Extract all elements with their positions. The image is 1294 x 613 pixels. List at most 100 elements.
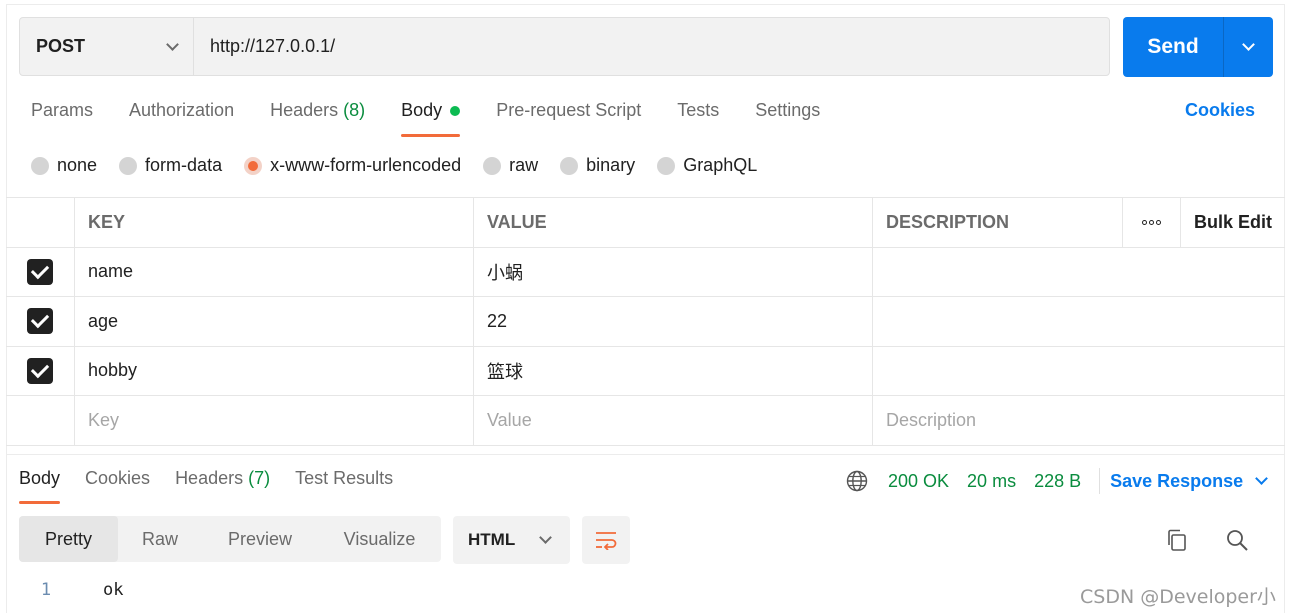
format-select[interactable]: HTML xyxy=(453,516,570,564)
key-column-header: KEY xyxy=(75,198,474,247)
status-code[interactable]: 200 OK xyxy=(888,471,949,492)
code-line: ok xyxy=(103,580,124,600)
radio-label: binary xyxy=(586,155,636,175)
view-mode-preview[interactable]: Preview xyxy=(202,516,318,562)
description-cell[interactable] xyxy=(873,297,1285,346)
description-cell[interactable] xyxy=(873,248,1285,297)
radio-icon xyxy=(31,156,49,175)
line-number: 1 xyxy=(40,580,52,600)
description-input[interactable]: Description xyxy=(873,396,1285,445)
value-column-header: VALUE xyxy=(474,198,873,247)
url-input[interactable]: http://127.0.0.1/ xyxy=(194,18,1109,75)
row-checkbox-cell xyxy=(6,247,75,296)
value-cell[interactable]: 小蜗 xyxy=(474,247,873,296)
send-options-button[interactable] xyxy=(1224,17,1273,77)
response-tab-cookies[interactable]: Cookies xyxy=(85,468,150,504)
tab-body-label: Body xyxy=(401,100,443,120)
response-meta: 200 OK 20 ms 228 B Save Response xyxy=(846,468,1269,494)
tab-tests[interactable]: Tests xyxy=(677,100,719,136)
watermark: CSDN @Developer小蜗 xyxy=(1080,586,1276,608)
radio-x-www-form-urlencoded[interactable]: x-www-form-urlencoded xyxy=(244,155,461,176)
more-icon xyxy=(1142,219,1161,225)
radio-icon xyxy=(657,156,676,175)
save-response-button[interactable]: Save Response xyxy=(1110,470,1269,492)
cookies-link[interactable]: Cookies xyxy=(1185,100,1255,121)
radio-none[interactable]: none xyxy=(31,155,97,176)
row-checkbox[interactable] xyxy=(27,258,53,285)
table-header-row: KEY VALUE DESCRIPTION Bulk Edit xyxy=(6,198,1285,248)
view-mode-pretty[interactable]: Pretty xyxy=(19,516,118,562)
tab-body[interactable]: Body xyxy=(401,100,461,137)
tab-headers-label: Headers xyxy=(270,100,339,120)
radio-label: raw xyxy=(509,155,539,175)
tab-headers[interactable]: Headers (8) xyxy=(270,100,365,136)
table-row: age 22 xyxy=(6,297,1285,347)
response-divider xyxy=(6,454,1285,455)
row-checkbox-cell xyxy=(6,346,75,395)
send-button[interactable]: Send xyxy=(1123,17,1224,77)
chevron-down-icon xyxy=(166,37,179,51)
view-mode-raw[interactable]: Raw xyxy=(118,516,202,562)
row-checkbox[interactable] xyxy=(27,308,53,335)
radio-graphql[interactable]: GraphQL xyxy=(657,155,757,176)
row-checkbox[interactable] xyxy=(27,357,53,384)
wrap-lines-button[interactable] xyxy=(582,516,630,564)
response-body: 1 ok xyxy=(19,580,124,600)
headers-count: (8) xyxy=(343,100,366,120)
request-tabs: Params Authorization Headers (8) Body Pr… xyxy=(31,100,856,140)
url-value: http://127.0.0.1/ xyxy=(210,36,336,56)
radio-raw[interactable]: raw xyxy=(483,155,538,176)
send-button-group: Send xyxy=(1123,17,1273,77)
key-cell[interactable]: hobby xyxy=(75,346,474,395)
key-cell[interactable]: age xyxy=(75,297,474,346)
response-size[interactable]: 228 B xyxy=(1034,471,1081,492)
radio-form-data[interactable]: form-data xyxy=(119,155,222,176)
value-cell[interactable]: 22 xyxy=(474,297,873,346)
value-input[interactable]: Value xyxy=(474,396,873,445)
body-indicator-dot xyxy=(450,106,461,116)
separator xyxy=(1099,468,1101,494)
tab-pre-request-script[interactable]: Pre-request Script xyxy=(496,100,641,136)
body-type-radios: none form-data x-www-form-urlencoded raw… xyxy=(31,155,779,176)
save-response-label: Save Response xyxy=(1110,470,1244,491)
chevron-down-icon xyxy=(1242,38,1255,51)
radio-selected-icon xyxy=(244,156,263,175)
radio-icon xyxy=(483,156,502,175)
tab-params[interactable]: Params xyxy=(31,100,93,136)
value-cell[interactable]: 篮球 xyxy=(474,346,873,395)
response-tab-headers[interactable]: Headers (7) xyxy=(175,468,270,504)
tab-authorization[interactable]: Authorization xyxy=(129,100,234,136)
response-time[interactable]: 20 ms xyxy=(967,471,1016,492)
params-table: KEY VALUE DESCRIPTION Bulk Edit name 小蜗 … xyxy=(6,197,1285,446)
wrap-lines-icon xyxy=(596,532,617,550)
response-headers-count: (7) xyxy=(248,468,271,488)
radio-label: x-www-form-urlencoded xyxy=(270,155,462,175)
response-tabs: Body Cookies Headers (7) Test Results xyxy=(19,468,418,504)
key-input[interactable]: Key xyxy=(75,396,474,445)
row-checkbox-cell xyxy=(6,297,75,346)
tab-settings[interactable]: Settings xyxy=(755,100,820,136)
checkbox-column-header xyxy=(6,198,75,247)
response-tab-body[interactable]: Body xyxy=(19,468,61,504)
view-mode-visualize[interactable]: Visualize xyxy=(318,516,441,562)
radio-label: none xyxy=(57,155,98,175)
request-bar: POST http://127.0.0.1/ xyxy=(19,17,1110,76)
more-options-button[interactable] xyxy=(1123,198,1181,247)
table-row: name 小蜗 xyxy=(6,247,1285,297)
copy-icon[interactable] xyxy=(1164,527,1190,553)
response-tab-test-results[interactable]: Test Results xyxy=(295,468,393,504)
radio-binary[interactable]: binary xyxy=(560,155,635,176)
key-cell[interactable]: name xyxy=(75,247,474,296)
globe-icon[interactable] xyxy=(846,470,868,492)
description-cell[interactable] xyxy=(873,347,1285,396)
view-mode-toggle: Pretty Raw Preview Visualize xyxy=(19,516,441,562)
format-label: HTML xyxy=(468,530,516,549)
radio-label: GraphQL xyxy=(683,155,758,175)
method-select[interactable]: POST xyxy=(20,18,194,75)
radio-icon xyxy=(560,156,579,175)
bulk-edit-button[interactable]: Bulk Edit xyxy=(1181,198,1285,247)
search-icon[interactable] xyxy=(1224,527,1250,553)
radio-icon xyxy=(119,156,138,175)
chevron-down-icon xyxy=(539,531,552,544)
description-column-header: DESCRIPTION xyxy=(873,198,1123,247)
